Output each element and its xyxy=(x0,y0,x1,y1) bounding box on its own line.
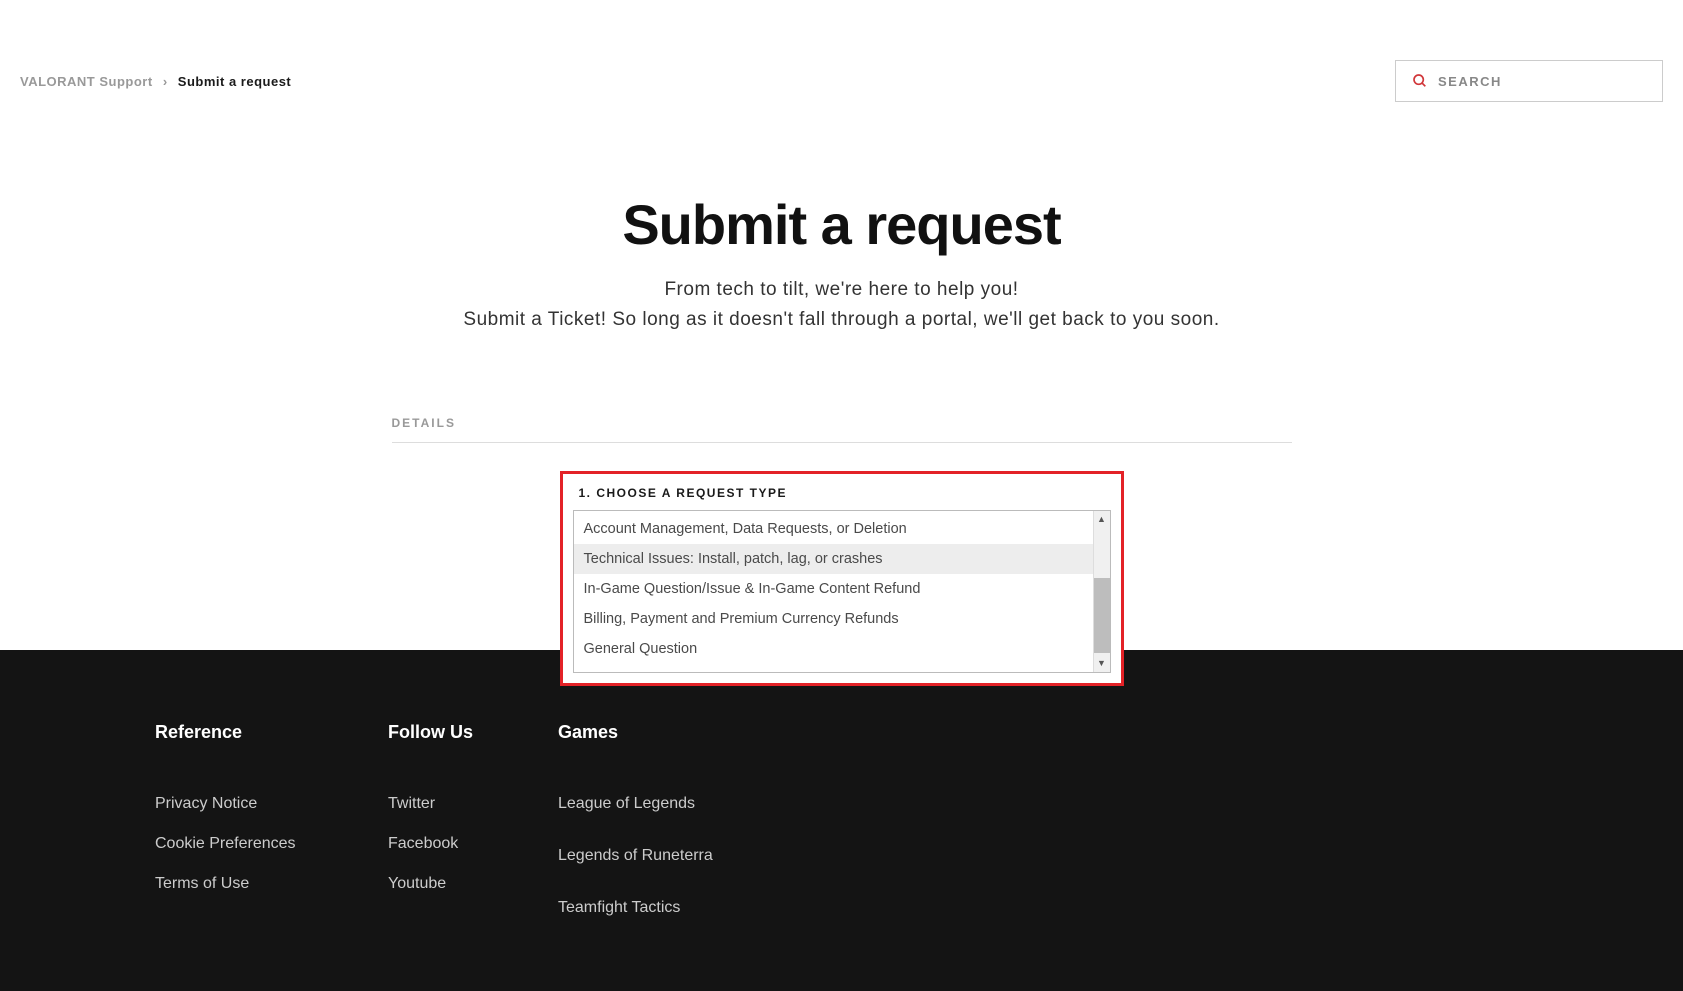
footer-col-follow: Follow Us Twitter Facebook Youtube xyxy=(388,722,558,951)
footer-link[interactable]: League of Legends xyxy=(558,795,778,813)
footer-heading-reference: Reference xyxy=(155,722,358,743)
dropdown-option[interactable]: Technical Issues: Install, patch, lag, o… xyxy=(574,544,1093,574)
search-icon xyxy=(1412,73,1428,89)
footer-col-reference: Reference Privacy Notice Cookie Preferen… xyxy=(155,722,388,951)
main-content: VALORANT Support › Submit a request Subm… xyxy=(0,0,1683,686)
breadcrumb-parent[interactable]: VALORANT Support xyxy=(20,74,153,89)
footer-link[interactable]: Twitter xyxy=(388,795,528,813)
footer-heading-games: Games xyxy=(558,722,778,743)
request-type-box: 1. CHOOSE A REQUEST TYPE Account Managem… xyxy=(560,471,1124,686)
subtitle-line1: From tech to tilt, we're here to help yo… xyxy=(664,279,1018,300)
form-area: DETAILS 1. CHOOSE A REQUEST TYPE Account… xyxy=(392,416,1292,686)
breadcrumb-current: Submit a request xyxy=(178,74,291,89)
footer-link[interactable]: Youtube xyxy=(388,875,528,893)
scrollbar[interactable]: ▲ ▼ xyxy=(1093,511,1110,672)
request-type-label: 1. CHOOSE A REQUEST TYPE xyxy=(573,486,1111,500)
search-box[interactable] xyxy=(1395,60,1663,102)
dropdown-option[interactable]: Billing, Payment and Premium Currency Re… xyxy=(574,604,1093,634)
footer: Reference Privacy Notice Cookie Preferen… xyxy=(0,650,1683,991)
subtitle-line2: Submit a Ticket! So long as it doesn't f… xyxy=(463,309,1219,330)
hero-section: Submit a request From tech to tilt, we'r… xyxy=(20,122,1663,376)
dropdown-items: Account Management, Data Requests, or De… xyxy=(574,511,1093,672)
breadcrumb: VALORANT Support › Submit a request xyxy=(20,74,291,89)
dropdown-option[interactable]: In-Game Question/Issue & In-Game Content… xyxy=(574,574,1093,604)
breadcrumb-separator: › xyxy=(163,74,168,89)
footer-columns: Reference Privacy Notice Cookie Preferen… xyxy=(155,722,1528,951)
scroll-thumb[interactable] xyxy=(1094,578,1110,653)
footer-link[interactable]: Teamfight Tactics xyxy=(558,899,778,917)
search-input[interactable] xyxy=(1438,74,1646,89)
footer-link[interactable]: Cookie Preferences xyxy=(155,835,358,853)
page-subtitle: From tech to tilt, we're here to help yo… xyxy=(20,275,1663,336)
page-title: Submit a request xyxy=(20,192,1663,257)
request-type-dropdown[interactable]: Account Management, Data Requests, or De… xyxy=(573,510,1111,673)
footer-link[interactable]: Terms of Use xyxy=(155,875,358,893)
top-bar: VALORANT Support › Submit a request xyxy=(20,0,1663,122)
footer-link[interactable]: Facebook xyxy=(388,835,528,853)
footer-col-games: Games League of Legends Legends of Runet… xyxy=(558,722,808,951)
footer-heading-follow: Follow Us xyxy=(388,722,528,743)
dropdown-option[interactable]: Account Management, Data Requests, or De… xyxy=(574,514,1093,544)
scroll-up-arrow[interactable]: ▲ xyxy=(1094,511,1110,528)
details-section-label: DETAILS xyxy=(392,416,1292,443)
footer-link[interactable]: Privacy Notice xyxy=(155,795,358,813)
scroll-down-arrow[interactable]: ▼ xyxy=(1094,655,1110,672)
footer-link[interactable]: Legends of Runeterra xyxy=(558,847,778,865)
dropdown-option[interactable]: General Question xyxy=(574,634,1093,664)
